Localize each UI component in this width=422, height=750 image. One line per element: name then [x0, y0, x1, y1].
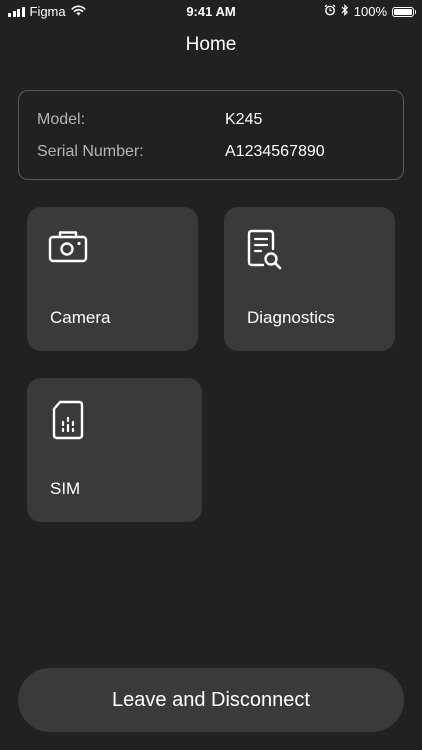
battery-icon — [392, 6, 416, 17]
diagnostics-tile[interactable]: Diagnostics — [224, 207, 395, 351]
battery-percentage: 100% — [353, 4, 387, 19]
serial-number-value: A1234567890 — [225, 143, 325, 160]
serial-number-label: Serial Number: — [37, 143, 144, 160]
sim-tile[interactable]: SIM — [27, 378, 202, 522]
diagnostics-icon — [245, 229, 285, 276]
page-title: Home — [185, 34, 237, 55]
battery-fill — [394, 8, 412, 15]
camera-label: Camera — [50, 308, 111, 327]
bluetooth-icon — [341, 3, 349, 19]
device-info-card: Model: K245 Serial Number: A1234567890 — [18, 90, 404, 180]
alarm-icon — [324, 4, 336, 19]
status-bar: Figma 9:41 AM 100% — [0, 0, 422, 24]
sim-label: SIM — [50, 479, 81, 498]
diagnostics-label: Diagnostics — [247, 308, 335, 327]
model-value: K245 — [225, 111, 263, 128]
status-bar-right: 100% — [324, 3, 416, 19]
sim-card-icon — [48, 400, 88, 447]
leave-and-disconnect-button[interactable]: Leave and Disconnect — [18, 668, 404, 732]
camera-tile[interactable]: Camera — [27, 207, 198, 351]
camera-icon — [48, 229, 88, 270]
model-label: Model: — [37, 111, 86, 128]
